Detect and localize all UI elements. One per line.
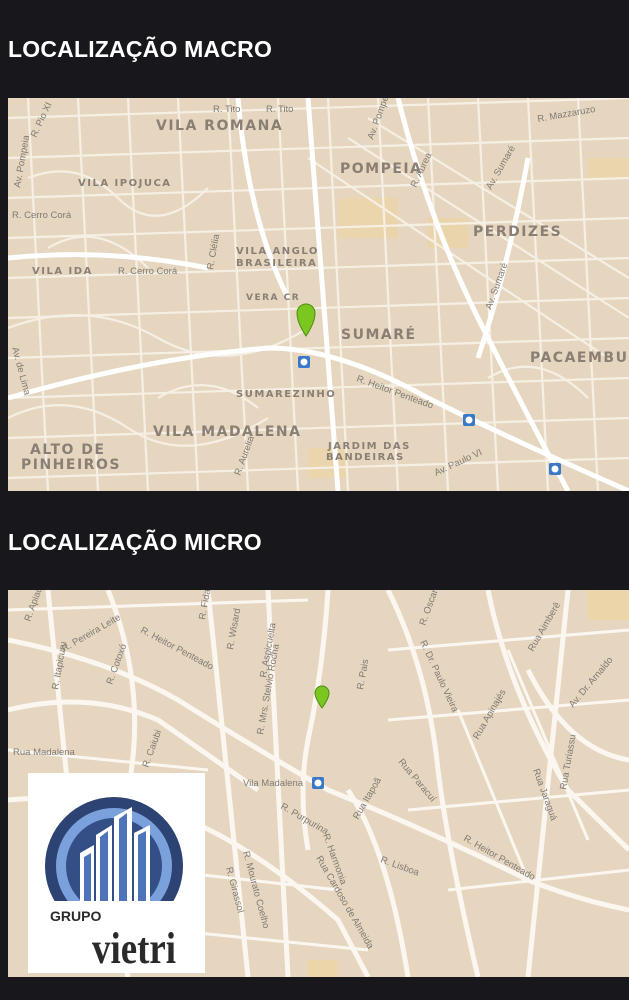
macro-label-alto-de: ALTO DE bbox=[30, 442, 105, 458]
macro-label-pacaembu: PACAEMBU bbox=[530, 350, 628, 366]
metro-station-icon bbox=[463, 414, 475, 426]
logo-text-vietri: vietri bbox=[92, 924, 176, 973]
macro-label-vera-cr: VERA CR bbox=[246, 293, 300, 303]
macro-map-canvas: VILA ROMANA POMPEIA PERDIZES SUMARÉ PACA… bbox=[8, 98, 629, 491]
macro-street-label: R. Cerro Corá bbox=[12, 210, 72, 221]
grupo-vietri-logo: GRUPO vietri bbox=[28, 773, 205, 973]
macro-map[interactable]: VILA ROMANA POMPEIA PERDIZES SUMARÉ PACA… bbox=[8, 98, 629, 491]
macro-label-perdizes: PERDIZES bbox=[473, 224, 562, 240]
macro-label-vila-ida: VILA IDA bbox=[32, 266, 93, 277]
macro-label-vila-romana: VILA ROMANA bbox=[156, 118, 283, 134]
macro-street-label: R. Tito bbox=[213, 104, 240, 115]
macro-title: LOCALIZAÇÃO MACRO bbox=[8, 36, 273, 62]
macro-label-pinheiros: PINHEIROS bbox=[21, 457, 121, 473]
logo-text-grupo: GRUPO bbox=[50, 908, 101, 924]
macro-label-brasileira: BRASILEIRA bbox=[236, 258, 317, 269]
macro-label-sumare: SUMARÉ bbox=[341, 326, 417, 343]
macro-label-pompeia: POMPEIA bbox=[340, 161, 422, 177]
metro-station-icon bbox=[549, 463, 561, 475]
micro-title: LOCALIZAÇÃO MICRO bbox=[8, 529, 262, 555]
macro-label-jardim-das: JARDIM DAS bbox=[327, 441, 411, 452]
macro-label-vila-madalena: VILA MADALENA bbox=[153, 424, 301, 440]
micro-street-label: Rua Madalena bbox=[13, 747, 76, 758]
macro-label-vila-anglo: VILA ANGLO bbox=[236, 246, 319, 257]
station-label: Vila Madalena bbox=[243, 778, 304, 789]
metro-station-icon bbox=[312, 777, 324, 789]
macro-street-label: R. Cerro Corá bbox=[118, 266, 178, 277]
macro-street-label: R. Tito bbox=[266, 104, 293, 115]
metro-station-icon bbox=[298, 356, 310, 368]
macro-label-vila-ipojuca: VILA IPOJUCA bbox=[78, 178, 172, 189]
macro-label-sumarezinho: SUMAREZINHO bbox=[236, 389, 336, 400]
building-logo-icon: GRUPO vietri bbox=[45, 797, 188, 973]
macro-label-bandeiras: BANDEIRAS bbox=[326, 452, 405, 463]
